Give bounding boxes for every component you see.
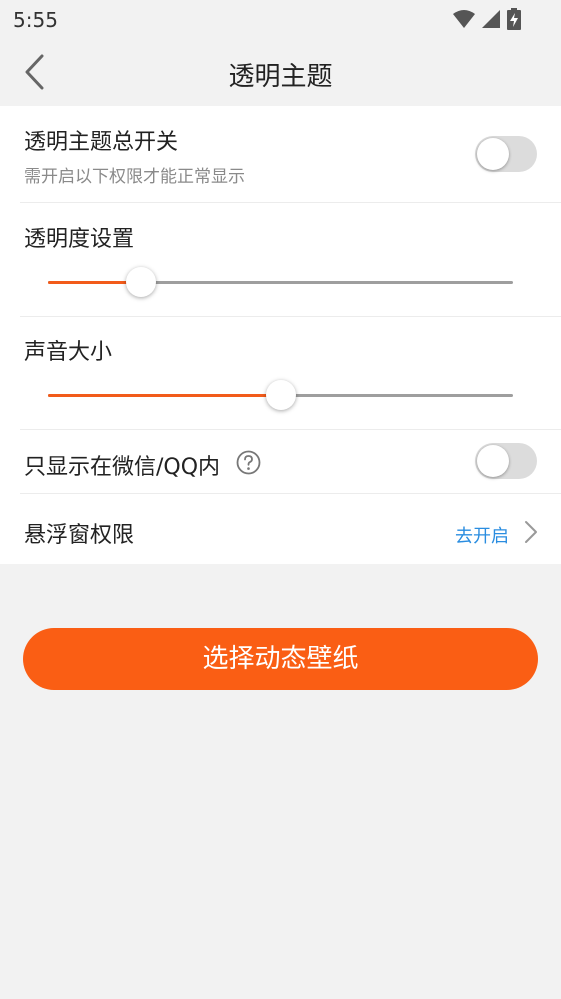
- wechat-qq-only-row: 只显示在微信/QQ内: [0, 430, 561, 493]
- master-switch-subtitle: 需开启以下权限才能正常显示: [24, 167, 245, 187]
- slider-fill: [48, 394, 281, 397]
- slider-thumb[interactable]: [126, 267, 156, 297]
- settings-card: 透明主题总开关 需开启以下权限才能正常显示 透明度设置 声音大小 只显示在微信/…: [0, 106, 561, 564]
- chevron-right-icon: [525, 521, 537, 543]
- transparency-row: 透明度设置: [0, 203, 561, 316]
- toggle-knob: [477, 138, 509, 170]
- status-bar: 5:55: [0, 0, 561, 38]
- master-switch-title: 透明主题总开关: [24, 130, 179, 155]
- volume-row: 声音大小: [0, 317, 561, 429]
- overlay-permission-row[interactable]: 悬浮窗权限 去开启: [0, 494, 561, 564]
- cellular-signal-icon: [482, 10, 500, 28]
- enable-permission-link[interactable]: 去开启: [455, 522, 509, 548]
- page-title: 透明主题: [228, 62, 333, 92]
- toggle-knob: [477, 445, 509, 477]
- question-circle-icon[interactable]: [236, 450, 261, 475]
- transparency-title: 透明度设置: [24, 227, 135, 252]
- overlay-permission-title: 悬浮窗权限: [24, 523, 135, 548]
- status-icons: [453, 8, 521, 30]
- wechat-qq-only-toggle[interactable]: [475, 443, 537, 479]
- volume-slider[interactable]: [48, 378, 513, 414]
- transparency-slider[interactable]: [48, 265, 513, 301]
- status-time: 5:55: [13, 8, 58, 32]
- nav-bar: 透明主题: [0, 38, 561, 106]
- master-switch-row: 透明主题总开关 需开启以下权限才能正常显示: [0, 106, 561, 202]
- wifi-icon: [453, 10, 475, 28]
- slider-thumb[interactable]: [265, 380, 296, 410]
- choose-live-wallpaper-button[interactable]: 选择动态壁纸: [23, 628, 538, 690]
- volume-title: 声音大小: [24, 340, 113, 365]
- wechat-qq-only-title: 只显示在微信/QQ内: [24, 455, 221, 480]
- battery-charging-icon: [507, 8, 521, 30]
- master-switch-toggle[interactable]: [475, 136, 537, 172]
